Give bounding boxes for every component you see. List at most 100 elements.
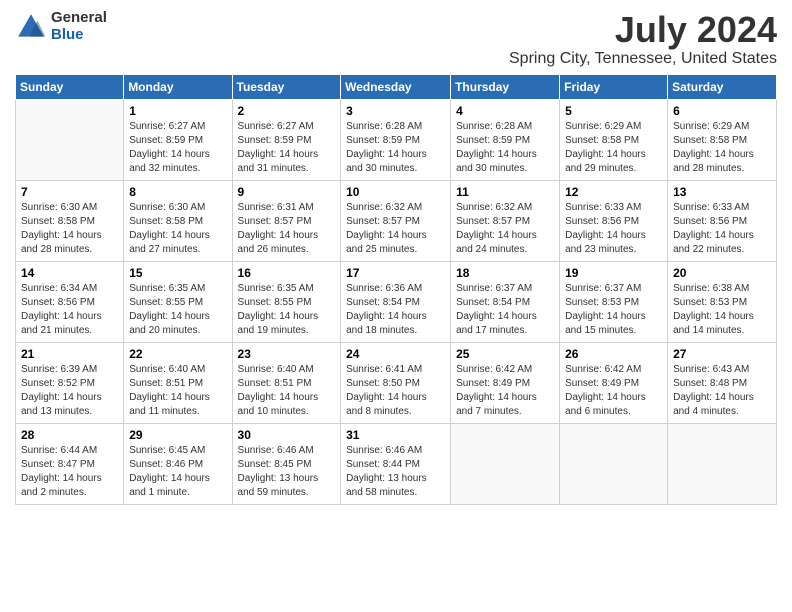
calendar-cell: 29 Sunrise: 6:45 AM Sunset: 8:46 PM Dayli… [124, 423, 232, 504]
day-number: 8 [129, 185, 226, 199]
calendar-cell: 23Sunrise: 6:40 AM Sunset: 8:51 PM Dayli… [232, 342, 341, 423]
day-info: Sunrise: 6:27 AM Sunset: 8:59 PM Dayligh… [238, 120, 336, 176]
calendar-cell: 16Sunrise: 6:35 AM Sunset: 8:55 PM Dayli… [232, 261, 341, 342]
day-number: 10 [346, 185, 445, 199]
day-info: Sunrise: 6:28 AM Sunset: 8:59 PM Dayligh… [456, 120, 554, 176]
calendar-cell [668, 423, 777, 504]
day-number: 15 [129, 266, 226, 280]
day-info: Sunrise: 6:40 AM Sunset: 8:51 PM Dayligh… [129, 363, 226, 419]
day-info: Sunrise: 6:32 AM Sunset: 8:57 PM Dayligh… [456, 201, 554, 257]
calendar-cell: 12 Sunrise: 6:33 AM Sunset: 8:56 PM Dayli… [560, 180, 668, 261]
day-number: 3 [346, 104, 445, 118]
calendar-cell: 10 Sunrise: 6:32 AM Sunset: 8:57 PM Dayli… [341, 180, 451, 261]
col-sunday: Sunday [16, 74, 124, 99]
calendar-cell: 14Sunrise: 6:34 AM Sunset: 8:56 PM Dayli… [16, 261, 124, 342]
day-info: Sunrise: 6:37 AM Sunset: 8:54 PM Dayligh… [456, 282, 554, 338]
day-number: 30 [238, 428, 336, 442]
calendar-cell [16, 99, 124, 180]
day-number: 7 [21, 185, 118, 199]
calendar-cell: 20Sunrise: 6:38 AM Sunset: 8:53 PM Dayli… [668, 261, 777, 342]
calendar-cell: 11 Sunrise: 6:32 AM Sunset: 8:57 PM Dayli… [451, 180, 560, 261]
calendar-cell: 27Sunrise: 6:43 AM Sunset: 8:48 PM Dayli… [668, 342, 777, 423]
col-friday: Friday [560, 74, 668, 99]
day-number: 5 [565, 104, 662, 118]
calendar-week-row: 7 Sunrise: 6:30 AM Sunset: 8:58 PM Daylig… [16, 180, 777, 261]
calendar-cell: 1 Sunrise: 6:27 AM Sunset: 8:59 PM Daylig… [124, 99, 232, 180]
day-number: 22 [129, 347, 226, 361]
day-number: 12 [565, 185, 662, 199]
col-wednesday: Wednesday [341, 74, 451, 99]
col-tuesday: Tuesday [232, 74, 341, 99]
title-area: July 2024 Spring City, Tennessee, United… [509, 10, 777, 68]
day-info: Sunrise: 6:33 AM Sunset: 8:56 PM Dayligh… [673, 201, 771, 257]
day-number: 4 [456, 104, 554, 118]
calendar-cell [451, 423, 560, 504]
logo-blue: Blue [51, 27, 107, 44]
calendar-cell: 31Sunrise: 6:46 AM Sunset: 8:44 PM Dayli… [341, 423, 451, 504]
logo: General Blue [15, 10, 107, 43]
day-info: Sunrise: 6:44 AM Sunset: 8:47 PM Dayligh… [21, 444, 118, 500]
day-info: Sunrise: 6:35 AM Sunset: 8:55 PM Dayligh… [129, 282, 226, 338]
month-title: July 2024 [509, 10, 777, 50]
day-number: 19 [565, 266, 662, 280]
page-container: General Blue July 2024 Spring City, Tenn… [0, 0, 792, 515]
day-info: Sunrise: 6:29 AM Sunset: 8:58 PM Dayligh… [565, 120, 662, 176]
calendar-cell [560, 423, 668, 504]
day-number: 29 [129, 428, 226, 442]
calendar-header-row: Sunday Monday Tuesday Wednesday Thursday… [16, 74, 777, 99]
calendar-cell: 5 Sunrise: 6:29 AM Sunset: 8:58 PM Daylig… [560, 99, 668, 180]
calendar-cell: 25Sunrise: 6:42 AM Sunset: 8:49 PM Dayli… [451, 342, 560, 423]
day-info: Sunrise: 6:33 AM Sunset: 8:56 PM Dayligh… [565, 201, 662, 257]
day-info: Sunrise: 6:41 AM Sunset: 8:50 PM Dayligh… [346, 363, 445, 419]
day-number: 13 [673, 185, 771, 199]
day-number: 6 [673, 104, 771, 118]
day-info: Sunrise: 6:30 AM Sunset: 8:58 PM Dayligh… [129, 201, 226, 257]
day-number: 24 [346, 347, 445, 361]
day-info: Sunrise: 6:40 AM Sunset: 8:51 PM Dayligh… [238, 363, 336, 419]
logo-text: General Blue [51, 10, 107, 43]
day-number: 26 [565, 347, 662, 361]
day-number: 18 [456, 266, 554, 280]
day-info: Sunrise: 6:45 AM Sunset: 8:46 PM Dayligh… [129, 444, 226, 500]
day-info: Sunrise: 6:42 AM Sunset: 8:49 PM Dayligh… [456, 363, 554, 419]
location-title: Spring City, Tennessee, United States [509, 50, 777, 68]
calendar-cell: 6 Sunrise: 6:29 AM Sunset: 8:58 PM Daylig… [668, 99, 777, 180]
col-monday: Monday [124, 74, 232, 99]
col-thursday: Thursday [451, 74, 560, 99]
calendar-cell: 17Sunrise: 6:36 AM Sunset: 8:54 PM Dayli… [341, 261, 451, 342]
calendar-table: Sunday Monday Tuesday Wednesday Thursday… [15, 74, 777, 505]
day-info: Sunrise: 6:38 AM Sunset: 8:53 PM Dayligh… [673, 282, 771, 338]
calendar-cell: 19 Sunrise: 6:37 AM Sunset: 8:53 PM Dayli… [560, 261, 668, 342]
calendar-cell: 2Sunrise: 6:27 AM Sunset: 8:59 PM Daylig… [232, 99, 341, 180]
day-number: 16 [238, 266, 336, 280]
day-number: 11 [456, 185, 554, 199]
calendar-cell: 30 Sunrise: 6:46 AM Sunset: 8:45 PM Dayli… [232, 423, 341, 504]
calendar-cell: 9Sunrise: 6:31 AM Sunset: 8:57 PM Daylig… [232, 180, 341, 261]
col-saturday: Saturday [668, 74, 777, 99]
day-info: Sunrise: 6:27 AM Sunset: 8:59 PM Dayligh… [129, 120, 226, 176]
day-info: Sunrise: 6:42 AM Sunset: 8:49 PM Dayligh… [565, 363, 662, 419]
day-info: Sunrise: 6:29 AM Sunset: 8:58 PM Dayligh… [673, 120, 771, 176]
calendar-cell: 4 Sunrise: 6:28 AM Sunset: 8:59 PM Daylig… [451, 99, 560, 180]
day-number: 1 [129, 104, 226, 118]
calendar-cell: 26 Sunrise: 6:42 AM Sunset: 8:49 PM Dayli… [560, 342, 668, 423]
day-info: Sunrise: 6:31 AM Sunset: 8:57 PM Dayligh… [238, 201, 336, 257]
calendar-cell: 7Sunrise: 6:30 AM Sunset: 8:58 PM Daylig… [16, 180, 124, 261]
calendar-cell: 15 Sunrise: 6:35 AM Sunset: 8:55 PM Dayli… [124, 261, 232, 342]
day-info: Sunrise: 6:39 AM Sunset: 8:52 PM Dayligh… [21, 363, 118, 419]
logo-icon [15, 11, 47, 43]
day-info: Sunrise: 6:46 AM Sunset: 8:45 PM Dayligh… [238, 444, 336, 500]
calendar-cell: 28Sunrise: 6:44 AM Sunset: 8:47 PM Dayli… [16, 423, 124, 504]
calendar-cell: 22 Sunrise: 6:40 AM Sunset: 8:51 PM Dayli… [124, 342, 232, 423]
day-number: 31 [346, 428, 445, 442]
day-info: Sunrise: 6:32 AM Sunset: 8:57 PM Dayligh… [346, 201, 445, 257]
header: General Blue July 2024 Spring City, Tenn… [15, 10, 777, 68]
day-info: Sunrise: 6:36 AM Sunset: 8:54 PM Dayligh… [346, 282, 445, 338]
day-number: 27 [673, 347, 771, 361]
calendar-cell: 8 Sunrise: 6:30 AM Sunset: 8:58 PM Daylig… [124, 180, 232, 261]
calendar-cell: 24 Sunrise: 6:41 AM Sunset: 8:50 PM Dayli… [341, 342, 451, 423]
day-info: Sunrise: 6:37 AM Sunset: 8:53 PM Dayligh… [565, 282, 662, 338]
day-number: 21 [21, 347, 118, 361]
calendar-cell: 18 Sunrise: 6:37 AM Sunset: 8:54 PM Dayli… [451, 261, 560, 342]
calendar-cell: 13 Sunrise: 6:33 AM Sunset: 8:56 PM Dayli… [668, 180, 777, 261]
